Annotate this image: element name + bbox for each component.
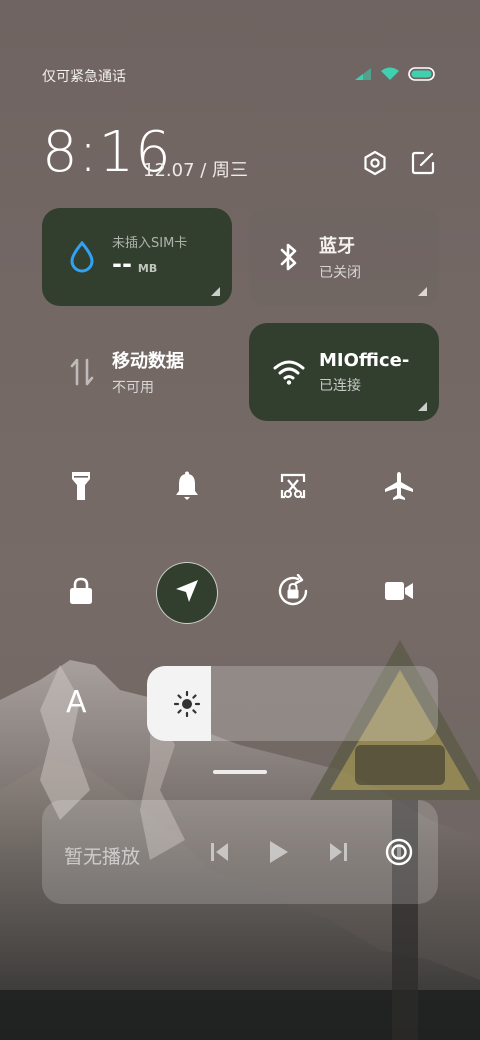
toggle-row-1 [0,470,480,506]
expand-corner-icon [418,287,427,296]
tile-bluetooth[interactable]: 蓝牙 已关闭 [249,208,439,306]
font-size-label[interactable]: A [66,685,87,720]
expand-corner-icon [418,402,427,411]
wifi-status: 已连接 [319,377,361,394]
play-icon[interactable] [264,838,292,866]
data-usage-value: -- MB [112,251,187,282]
rotation-lock-icon [276,573,310,612]
sun-icon [173,690,201,718]
rotation-lock-toggle[interactable] [240,562,346,624]
flashlight-toggle[interactable] [28,470,134,506]
screenshot-toggle[interactable] [240,470,346,506]
airplane-toggle[interactable] [346,470,452,506]
wifi-network-name: MIOffice- [319,349,410,371]
ring-toggle[interactable] [134,470,240,506]
header-actions [362,150,436,176]
edit-icon[interactable] [410,150,436,176]
expand-corner-icon [211,287,220,296]
wifi-icon [273,356,305,388]
lock-toggle[interactable] [28,562,134,624]
screen-record-toggle[interactable] [346,562,452,624]
water-drop-icon [66,241,98,273]
bluetooth-icon [273,241,305,273]
mobile-data-arrows-icon [66,356,98,388]
wifi-icon [380,66,400,85]
brightness-slider[interactable] [147,666,438,741]
lock-icon [68,577,94,609]
flashlight-icon [70,470,92,506]
data-usage-unit: MB [137,262,158,275]
next-icon[interactable] [324,838,352,866]
toggle-row-2 [0,562,480,624]
tile-wifi[interactable]: MIOffice- 已连接 [249,323,439,421]
bluetooth-label: 蓝牙 [319,236,355,257]
cast-icon[interactable] [384,837,414,867]
battery-icon [408,66,436,85]
location-active-circle [156,562,218,624]
tile-data-usage[interactable]: 未插入SIM卡 -- MB [42,208,232,306]
data-usage-number: -- [112,250,132,278]
video-camera-icon [384,580,414,606]
airplane-icon [384,471,414,505]
bluetooth-status: 已关闭 [319,265,361,281]
drag-handle[interactable] [213,770,267,774]
tile-mobile-data[interactable]: 移动数据 不可用 [42,323,232,421]
location-toggle[interactable] [134,562,240,624]
media-player-card[interactable]: 暂无播放 [42,800,438,904]
data-usage-label: 未插入SIM卡 [112,236,188,251]
mobile-data-label: 移动数据 [112,351,184,372]
previous-icon[interactable] [206,838,234,866]
carrier-status-text: 仅可紧急通话 [42,69,126,85]
mobile-data-status: 不可用 [112,380,154,396]
status-icons [354,66,436,85]
location-icon [174,578,200,608]
clock-date: 12.07 / 周三 [143,160,249,181]
media-status-label: 暂无播放 [64,846,141,868]
signal-icon [354,66,372,85]
bell-icon [174,471,200,505]
gear-icon[interactable] [362,150,388,176]
scissors-icon [279,472,307,504]
